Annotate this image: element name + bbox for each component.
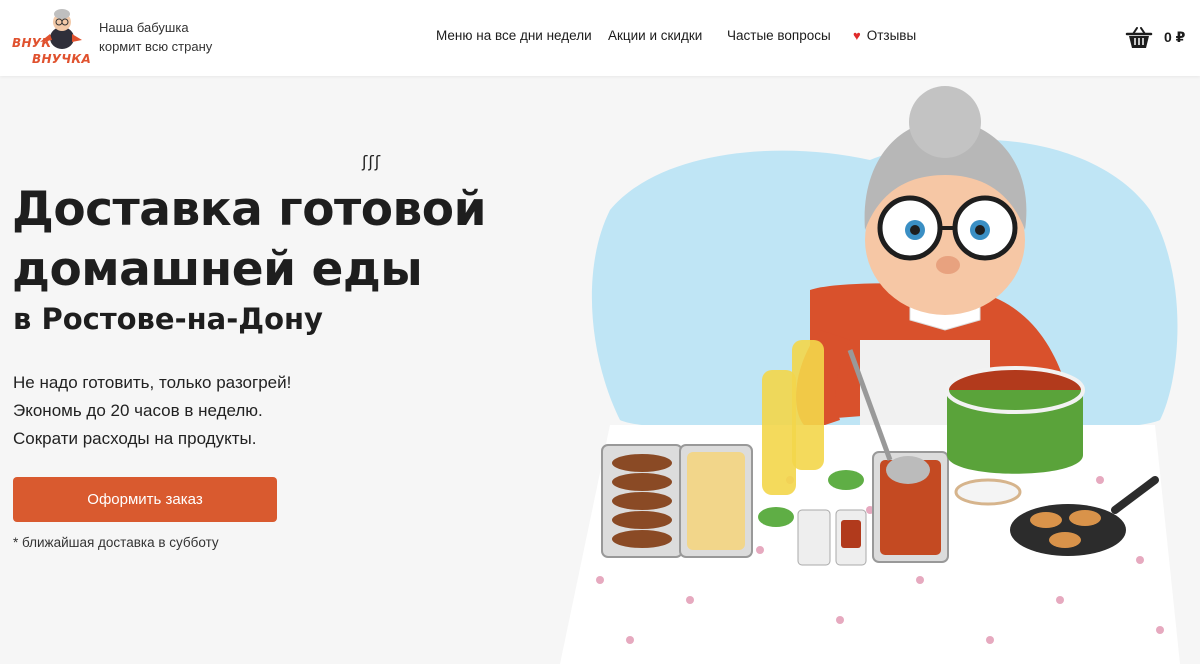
nav-item-reviews[interactable]: ♥ Отзывы — [853, 28, 916, 43]
grandma-cooking-illustration — [560, 86, 1180, 664]
order-button[interactable]: Оформить заказ — [13, 477, 277, 522]
benefit-item: Экономь до 20 часов в неделю. — [13, 401, 263, 420]
hero-subtitle: в Ростове-на-Дону — [13, 302, 323, 336]
hero-title-line1: Доставка готовой — [12, 182, 487, 237]
cart-total[interactable]: 0 ₽ — [1164, 29, 1185, 46]
nav-item-faq[interactable]: Частые вопросы — [727, 28, 831, 43]
hero-title-line2: домашней еды — [12, 242, 423, 297]
hero-title: Доставка готовой домашней еды — [12, 180, 487, 300]
benefit-item: Не надо готовить, только разогрей! — [13, 373, 292, 392]
tagline: Наша бабушка кормит всю страну — [99, 18, 212, 56]
steam-decoration: ʃʃʃ — [362, 152, 382, 171]
benefit-item: Сократи расходы на продукты. — [13, 429, 257, 448]
nav-item-menu[interactable]: Меню на все дни недели — [436, 28, 592, 43]
logo-text-line1: ВНУК — [12, 36, 52, 50]
nav-item-promotions[interactable]: Акции и скидки — [608, 28, 702, 43]
logo[interactable]: ВНУК ВНУЧКА — [10, 6, 92, 70]
benefits-list: Не надо готовить, только разогрей! Эконо… — [13, 369, 291, 453]
tagline-line1: Наша бабушка — [99, 20, 189, 35]
site-header: ВНУК ВНУЧКА Наша бабушка кормит всю стра… — [0, 0, 1200, 76]
tagline-line2: кормит всю страну — [99, 39, 213, 54]
delivery-note: * ближайшая доставка в субботу — [13, 535, 219, 550]
heart-icon: ♥ — [853, 28, 861, 43]
logo-text-line2: ВНУЧКА — [32, 52, 92, 66]
nav-item-reviews-label: Отзывы — [866, 28, 917, 43]
basket-icon[interactable] — [1125, 26, 1153, 50]
